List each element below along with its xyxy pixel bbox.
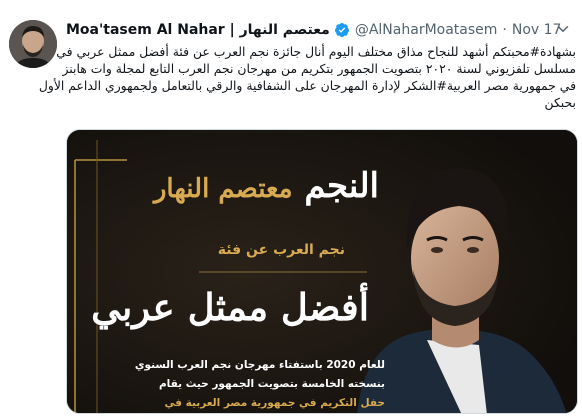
tweet-media-image[interactable]: النجم معتصم النهار نجم العرب عن فئة أفضل…: [66, 129, 578, 414]
tweet-text-line: في جمهورية مصر العربية#الشكر لإدارة المه…: [38, 78, 576, 93]
poster-lines: للعام 2020 باستفتاء مهرجان نجم العرب الس…: [134, 356, 385, 413]
tweet-text-line: بشهادة#محبتكم أشهد للنجاح مذاق مختلف الي…: [56, 44, 576, 59]
poster-line: للعام 2020 باستفتاء مهرجان نجم العرب الس…: [134, 359, 385, 371]
avatar[interactable]: [9, 20, 57, 68]
tweet-text-line: مسلسل تلفزيوني لسنة ٢٠٢٠ بتصويت الجمهور …: [62, 61, 576, 76]
author-handle[interactable]: @AlNaharMoatasem: [355, 22, 498, 38]
author-display-name[interactable]: Moa'tasem Al Nahar | معتصم النهار: [66, 22, 330, 38]
poster-title-line2: أفضل ممثل عربي: [91, 285, 369, 329]
poster-title-line1: النجم معتصم النهار: [154, 166, 379, 206]
chevron-down-icon[interactable]: [554, 20, 572, 38]
poster-subtitle: نجم العرب عن فئة: [217, 242, 345, 258]
avatar-photo: [9, 20, 57, 68]
poster-line: بنسخته الخامسة بتصويت الجمهور حيث يقام: [158, 378, 385, 390]
verified-badge-icon: [334, 23, 349, 38]
poster-line: حفل التكريم في جمهورية مصر العربية في: [164, 397, 385, 409]
poster-title-word: النجم: [304, 166, 379, 206]
tweet-header: Moa'tasem Al Nahar | معتصم النهار @AlNah…: [66, 18, 561, 42]
tweet[interactable]: Moa'tasem Al Nahar | معتصم النهار @AlNah…: [0, 0, 582, 418]
separator-dot: ·: [502, 22, 507, 38]
tweet-text-line: بحبكن: [544, 95, 576, 110]
poster-title-name: معتصم النهار: [153, 174, 293, 204]
tweet-text: بشهادة#محبتكم أشهد للنجاح مذاق مختلف الي…: [38, 43, 576, 111]
